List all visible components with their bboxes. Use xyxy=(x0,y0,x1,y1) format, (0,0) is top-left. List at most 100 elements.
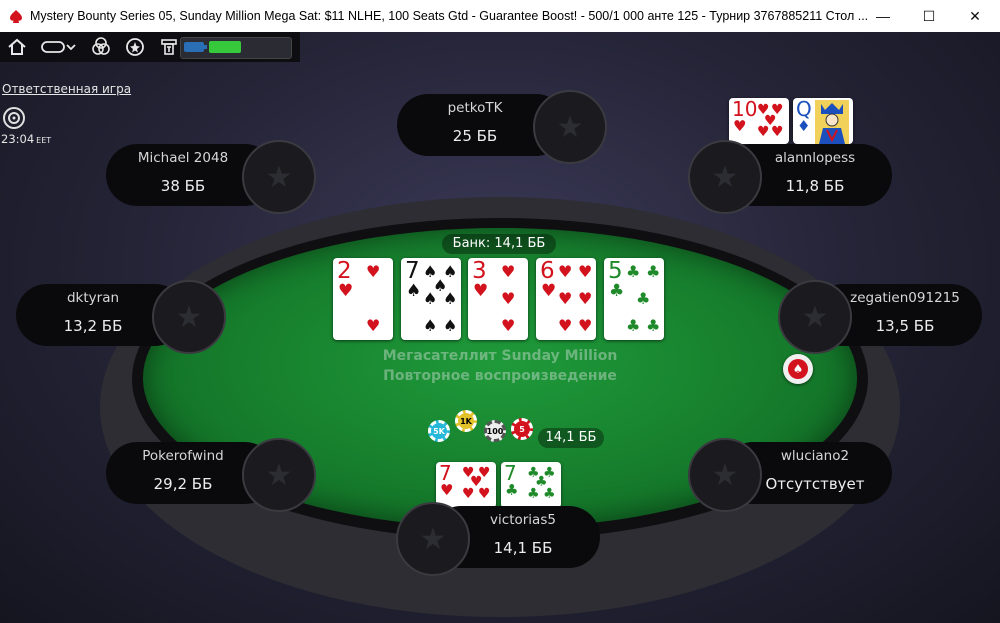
seat-wluciano2[interactable]: ★ wluciano2 Отсутствует xyxy=(688,438,892,512)
player-stack: 13,2 ББ xyxy=(63,317,123,335)
card-rank: 2 xyxy=(337,258,352,284)
responsible-gaming-link[interactable]: Ответственная игра xyxy=(2,82,131,96)
chip-icon[interactable] xyxy=(124,36,146,58)
window-title-bar: Mystery Bounty Series 05, Sunday Million… xyxy=(0,0,1000,32)
maximize-button[interactable]: ☐ xyxy=(906,0,952,32)
spade-icon: ♠ xyxy=(423,289,438,308)
star-icon: ★ xyxy=(265,159,293,195)
hole-card: 10 ♥ ♥ ♥ ♥ ♥ ♥ xyxy=(729,98,789,144)
heart-icon: ♥ xyxy=(440,481,454,499)
heart-icon: ♥ xyxy=(541,281,557,301)
player-name: zegatien091215 xyxy=(850,290,960,306)
seat-zegatien091215[interactable]: ★ zegatien091215 13,5 ББ xyxy=(778,280,982,354)
club-icon: ♣ xyxy=(609,281,625,301)
board-card: 7 ♠ ♠ ♠ ♠ ♠ ♠ ♠ ♠ xyxy=(401,258,461,340)
player-name: victorias5 xyxy=(490,512,556,528)
player-stack: 14,1 ББ xyxy=(493,539,553,557)
club-icon: ♣ xyxy=(646,262,661,281)
seat-petkotk[interactable]: ★ petkoTK 25 ББ xyxy=(397,90,607,164)
heart-icon: ♥ xyxy=(558,262,573,281)
heart-icon: ♥ xyxy=(473,281,489,301)
chat-bubble-icon[interactable] xyxy=(40,36,78,58)
seat-pokerofwind[interactable]: ★ Pokerofwind 29,2 ББ xyxy=(106,438,316,512)
spade-icon: ♠ xyxy=(443,316,458,335)
club-icon: ♣ xyxy=(636,289,651,308)
star-icon: ★ xyxy=(801,299,829,335)
club-icon: ♣ xyxy=(505,481,519,499)
chip-5: 5 xyxy=(511,418,533,440)
player-name: Michael 2048 xyxy=(137,150,229,166)
time-bank-meter xyxy=(180,37,292,59)
card-rank: 7 xyxy=(405,258,420,284)
table-toolbar xyxy=(0,32,300,62)
close-button[interactable]: ✕ xyxy=(952,0,998,32)
seat-victorias5[interactable]: ★ victorias5 14,1 ББ xyxy=(396,502,600,576)
star-icon: ★ xyxy=(265,457,293,493)
star-icon: ★ xyxy=(556,109,584,145)
hole-card: 7 ♥ ♥ ♥ ♥ ♥ ♥ xyxy=(436,462,496,508)
seat-alannlopess[interactable]: ★ alannlopess 11,8 ББ xyxy=(688,140,892,214)
queen-portrait-icon xyxy=(815,100,849,144)
clock-timezone: EET xyxy=(36,136,52,145)
clock: 23:04 EET xyxy=(1,132,51,146)
hole-card: 7 ♣ ♣ ♣ ♣ ♣ ♣ xyxy=(501,462,561,508)
spade-icon: ♠ xyxy=(406,281,422,301)
star-icon: ★ xyxy=(419,521,447,557)
dealer-button: ♠ xyxy=(783,354,813,384)
target-icon[interactable] xyxy=(2,106,26,130)
board-card: 2 ♥ ♥ ♥ xyxy=(333,258,393,340)
board-card: 6 ♥ ♥ ♥ ♥ ♥ ♥ ♥ xyxy=(536,258,596,340)
player-stack: 38 ББ xyxy=(160,177,206,195)
window-title: Mystery Bounty Series 05, Sunday Million… xyxy=(30,9,869,23)
pokerstars-logo-icon xyxy=(10,10,22,23)
watermark-title: Мегасателлит Sunday Million xyxy=(382,348,618,364)
cards-icon[interactable] xyxy=(90,36,112,58)
heart-icon: ♥ xyxy=(338,281,354,301)
cashier-icon[interactable] xyxy=(158,36,180,58)
battery-icon xyxy=(184,42,207,52)
player-name: alannlopess xyxy=(774,150,856,166)
time-bank-fill xyxy=(209,41,241,53)
spade-icon: ♠ xyxy=(443,289,458,308)
heart-icon: ♥ xyxy=(558,316,573,335)
chip-1k: 1K xyxy=(455,410,477,432)
player-stack: 25 ББ xyxy=(452,127,498,145)
player-name: dktyran xyxy=(66,290,120,306)
heart-icon: ♥ xyxy=(578,262,593,281)
heart-icon: ♥ xyxy=(501,289,516,308)
star-icon: ★ xyxy=(175,299,203,335)
heart-icon: ♥ xyxy=(501,316,516,335)
bet-amount: 14,1 ББ xyxy=(538,428,604,448)
heart-icon: ♥ xyxy=(578,289,593,308)
star-icon: ★ xyxy=(711,457,739,493)
hole-card: Q ♦ xyxy=(793,98,853,144)
seat-michael-2048[interactable]: ★ Michael 2048 38 ББ xyxy=(106,140,316,214)
spade-icon: ♠ xyxy=(788,359,808,379)
heart-icon: ♥ xyxy=(366,316,381,335)
player-stack: Отсутствует xyxy=(765,475,865,493)
poker-table-scene: Ответственная игра 23:04 EET Банк: 14,1 Б… xyxy=(0,32,1000,623)
card-rank: 5 xyxy=(608,258,623,284)
board-card: 5 ♣ ♣ ♣ ♣ ♣ ♣ xyxy=(604,258,664,340)
club-icon: ♣ xyxy=(626,262,641,281)
pot-label: Банк: 14,1 ББ xyxy=(442,234,556,254)
heart-icon: ♥ xyxy=(501,262,516,281)
star-icon: ★ xyxy=(711,159,739,195)
board-card: 3 ♥ ♥ ♥ ♥ xyxy=(468,258,528,340)
card-rank: 6 xyxy=(540,258,555,284)
player-stack: 11,8 ББ xyxy=(785,177,845,195)
heart-icon: ♥ xyxy=(558,289,573,308)
spade-icon: ♠ xyxy=(423,316,438,335)
home-icon[interactable] xyxy=(6,36,28,58)
minimize-button[interactable]: — xyxy=(860,0,906,32)
player-stack: 13,5 ББ xyxy=(875,317,935,335)
clock-time: 23:04 xyxy=(1,132,35,146)
card-rank: 3 xyxy=(472,258,487,284)
heart-icon: ♥ xyxy=(578,316,593,335)
watermark-replay: Повторное воспроизведение xyxy=(383,368,617,384)
chip-100: 100 xyxy=(484,420,506,442)
seat-dktyran[interactable]: ★ dktyran 13,2 ББ xyxy=(16,280,226,354)
heart-icon: ♥ xyxy=(366,262,381,281)
heart-icon: ♥ xyxy=(733,117,747,135)
chip-5k: 5K xyxy=(428,420,450,442)
